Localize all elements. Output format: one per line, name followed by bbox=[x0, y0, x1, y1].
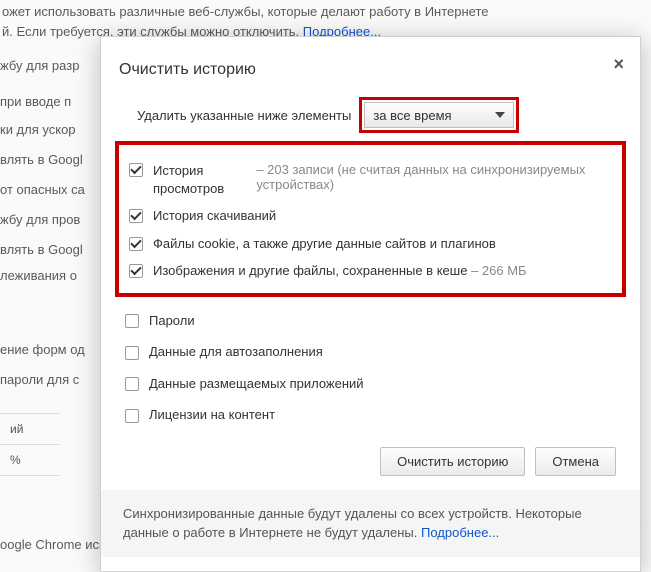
item-label: Пароли bbox=[149, 312, 195, 330]
chevron-down-icon bbox=[495, 112, 505, 118]
checkbox-hosted-apps[interactable] bbox=[125, 377, 139, 391]
bg-text: жбу для разр bbox=[0, 56, 79, 76]
item-sub: – 203 записи (не считая данных на синхро… bbox=[256, 162, 612, 197]
bg-text: влять в Googl bbox=[0, 240, 83, 260]
bg-row: ий bbox=[0, 413, 60, 444]
delete-label: Удалить указанные ниже элементы bbox=[137, 108, 351, 123]
checkbox-browsing-history[interactable] bbox=[129, 163, 143, 177]
bg-text: жбу для пров bbox=[0, 210, 80, 230]
bg-text: леживания о bbox=[0, 266, 77, 286]
checkbox-autofill[interactable] bbox=[125, 346, 139, 360]
bg-text: влять в Googl bbox=[0, 150, 83, 170]
cancel-button[interactable]: Отмена bbox=[535, 447, 616, 476]
dialog-footer: Синхронизированные данные будут удалены … bbox=[101, 490, 640, 557]
checkbox-download-history[interactable] bbox=[129, 209, 143, 223]
clear-history-button[interactable]: Очистить историю bbox=[380, 447, 525, 476]
checkbox-cookies[interactable] bbox=[129, 237, 143, 251]
clear-history-dialog: Очистить историю × Удалить указанные ниж… bbox=[100, 36, 641, 572]
item-hosted-apps: Данные размещаемых приложений bbox=[125, 368, 622, 400]
time-range-value: за все время bbox=[373, 108, 451, 123]
time-range-highlight: за все время bbox=[359, 97, 519, 133]
time-range-select[interactable]: за все время bbox=[364, 102, 514, 128]
item-autofill: Данные для автозаполнения bbox=[125, 336, 622, 368]
checkbox-content-licenses[interactable] bbox=[125, 409, 139, 423]
item-content-licenses: Лицензии на контент bbox=[125, 399, 622, 431]
item-label: Данные для автозаполнения bbox=[149, 343, 323, 361]
bg-text: ение форм од bbox=[0, 340, 85, 360]
bg-rows: ий % bbox=[0, 413, 60, 476]
item-label: Данные размещаемых приложений bbox=[149, 375, 364, 393]
dialog-title: Очистить историю bbox=[119, 61, 612, 79]
bg-text: при вводе п bbox=[0, 92, 71, 112]
item-sub: – 266 МБ bbox=[471, 263, 527, 278]
item-label: Изображения и другие файлы, сохраненные … bbox=[153, 263, 467, 278]
checkbox-passwords[interactable] bbox=[125, 314, 139, 328]
bg-text: ки для ускор bbox=[0, 120, 76, 140]
bg-text: от опасных са bbox=[0, 180, 85, 200]
item-label: Лицензии на контент bbox=[149, 406, 275, 424]
close-icon[interactable]: × bbox=[613, 55, 624, 73]
item-cached-images: Изображения и другие файлы, сохраненные … bbox=[125, 257, 616, 285]
item-label: История просмотров bbox=[153, 162, 248, 197]
checkbox-cached-images[interactable] bbox=[129, 264, 143, 278]
item-passwords: Пароли bbox=[125, 305, 622, 337]
bg-text: пароли для с bbox=[0, 370, 79, 390]
bg-row: % bbox=[0, 444, 60, 476]
item-label: Файлы cookie, а также другие данные сайт… bbox=[153, 235, 496, 253]
item-cookies: Файлы cookie, а также другие данные сайт… bbox=[125, 230, 616, 258]
footer-text: Синхронизированные данные будут удалены … bbox=[123, 506, 582, 541]
item-download-history: История скачиваний bbox=[125, 202, 616, 230]
bg-text: ожет использовать различные веб-службы, … bbox=[2, 2, 489, 22]
highlighted-items: История просмотров – 203 записи (не счит… bbox=[115, 141, 626, 297]
item-browsing-history: История просмотров – 203 записи (не счит… bbox=[125, 157, 616, 202]
item-label: История скачиваний bbox=[153, 207, 276, 225]
learn-more-link[interactable]: Подробнее... bbox=[421, 525, 499, 540]
